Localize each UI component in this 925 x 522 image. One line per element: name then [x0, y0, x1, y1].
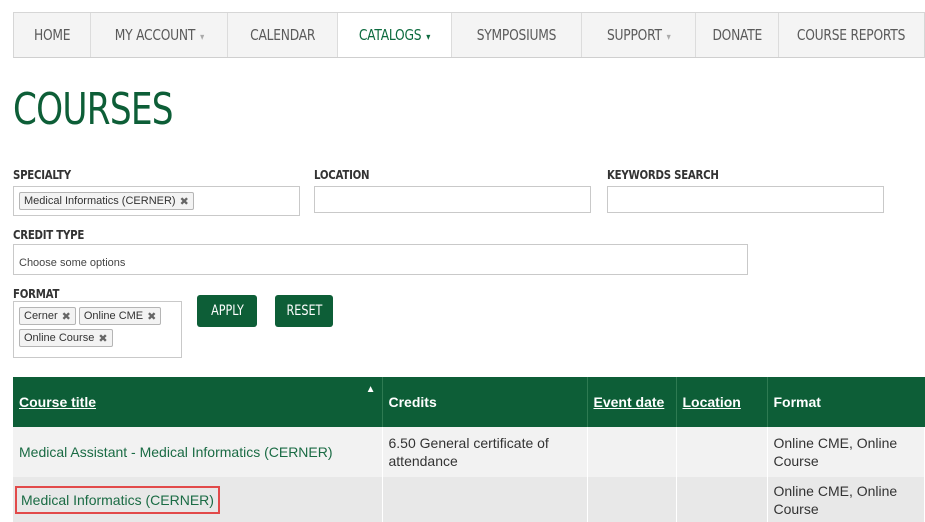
credit-type-label: CREDIT TYPE — [13, 228, 85, 242]
course-title-link[interactable]: Medical Assistant - Medical Informatics … — [13, 427, 383, 477]
table-row: Medical Assistant - Medical Informatics … — [13, 427, 925, 477]
credit-type-placeholder: Choose some options — [19, 257, 126, 269]
sort-asc-icon[interactable]: ▲ — [366, 384, 376, 395]
chevron-down-icon: ▾ — [666, 32, 671, 43]
nav-home[interactable]: HOME — [14, 13, 91, 57]
nav-my-account-label: MY ACCOUNT ▾ — [114, 26, 204, 44]
format-tag: Online CME ✖ — [78, 307, 162, 325]
remove-tag-icon[interactable]: ✖ — [180, 195, 189, 208]
format-tag: Cerner ✖ — [19, 307, 76, 325]
apply-button[interactable]: APPLY — [197, 295, 257, 327]
table-row: Medical Informatics (CERNER) Online CME,… — [13, 477, 925, 522]
courses-table: Course title ▲ Credits Event date Locatio… — [13, 377, 925, 522]
reset-button[interactable]: RESET — [275, 295, 333, 327]
credit-type-select[interactable]: Choose some options — [13, 244, 748, 275]
credits-cell — [382, 477, 588, 522]
event-date-cell — [587, 477, 677, 522]
format-tag: Online Course ✖ — [19, 329, 113, 347]
location-input[interactable] — [314, 186, 591, 213]
nav-donate-label: DONATE — [712, 26, 762, 44]
location-cell — [676, 427, 768, 477]
format-cell: Online CME, Online Course — [767, 477, 925, 522]
nav-support[interactable]: SUPPORT ▾ — [582, 13, 696, 57]
nav-catalogs-label: CATALOGS ▾ — [358, 26, 431, 44]
specialty-select[interactable]: Medical Informatics (CERNER) ✖ — [13, 186, 300, 216]
col-event-date[interactable]: Event date — [587, 377, 677, 427]
nav-calendar[interactable]: CALENDAR — [228, 13, 338, 57]
remove-tag-icon[interactable]: ✖ — [98, 332, 107, 345]
course-title-cell: Medical Informatics (CERNER) — [13, 477, 383, 522]
course-title-link[interactable]: Medical Informatics (CERNER) — [15, 486, 220, 514]
remove-tag-icon[interactable]: ✖ — [147, 310, 156, 323]
keywords-label: KEYWORDS SEARCH — [607, 168, 719, 182]
nav-donate[interactable]: DONATE — [696, 13, 779, 57]
format-label: FORMAT — [13, 287, 60, 301]
col-format: Format — [773, 394, 821, 410]
nav-home-label: HOME — [33, 26, 71, 44]
format-cell: Online CME, Online Course — [767, 427, 925, 477]
table-header-row: Course title ▲ Credits Event date Locatio… — [13, 377, 925, 427]
col-location[interactable]: Location — [676, 377, 768, 427]
main-nav: HOME MY ACCOUNT ▾ CALENDAR CATALOGS ▾ SYMP… — [13, 12, 925, 58]
specialty-label: SPECIALTY — [13, 168, 71, 182]
nav-course-reports[interactable]: COURSE REPORTS — [779, 13, 924, 57]
page-title: COURSES — [13, 84, 174, 135]
remove-tag-icon[interactable]: ✖ — [62, 310, 71, 323]
nav-catalogs[interactable]: CATALOGS ▾ — [338, 13, 452, 57]
specialty-tag: Medical Informatics (CERNER) ✖ — [19, 192, 194, 210]
format-select[interactable]: Cerner ✖ Online CME ✖ Online Course ✖ — [13, 301, 182, 358]
event-date-cell — [587, 427, 677, 477]
nav-course-reports-label: COURSE REPORTS — [797, 26, 906, 44]
chevron-down-icon: ▾ — [199, 32, 204, 43]
location-cell — [676, 477, 768, 522]
location-label: LOCATION — [314, 168, 370, 182]
nav-symposiums-label: SYMPOSIUMS — [476, 26, 557, 44]
credits-cell: 6.50 General certificate of attendance — [382, 427, 588, 477]
nav-support-label: SUPPORT ▾ — [606, 26, 671, 44]
nav-my-account[interactable]: MY ACCOUNT ▾ — [91, 13, 228, 57]
keywords-search-input[interactable] — [607, 186, 884, 213]
nav-symposiums[interactable]: SYMPOSIUMS — [452, 13, 582, 57]
chevron-down-icon: ▾ — [426, 32, 431, 43]
nav-calendar-label: CALENDAR — [249, 26, 316, 44]
col-credits: Credits — [382, 377, 588, 427]
col-course-title[interactable]: Course title ▲ — [13, 377, 383, 427]
